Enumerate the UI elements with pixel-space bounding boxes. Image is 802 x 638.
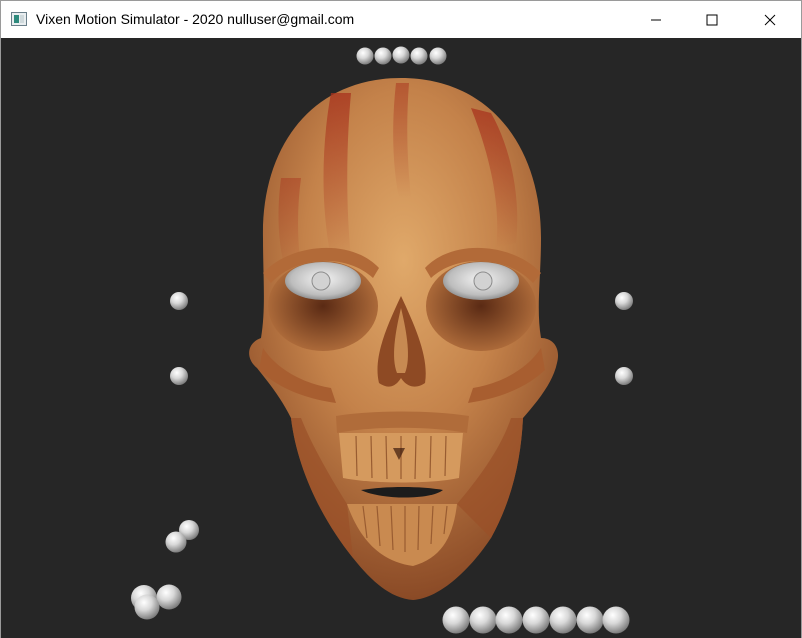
marker-spheres-bottom-right (442, 606, 630, 634)
minimize-button[interactable] (633, 1, 679, 38)
close-button[interactable] (747, 1, 793, 38)
app-window: Vixen Motion Simulator - 2020 nulluser@g… (0, 0, 802, 638)
title-bar[interactable]: Vixen Motion Simulator - 2020 nulluser@g… (1, 1, 801, 38)
app-window-icon (11, 12, 27, 26)
3d-viewport[interactable] (1, 38, 801, 638)
close-icon (764, 14, 776, 25)
marker-spheres-top (356, 46, 447, 65)
maximize-icon (706, 14, 718, 25)
minimize-icon (651, 19, 661, 20)
marker-spheres-bottom-left (131, 520, 199, 620)
window-title: Vixen Motion Simulator - 2020 nulluser@g… (36, 11, 355, 27)
maximize-button[interactable] (689, 1, 735, 38)
scene-canvas[interactable] (1, 38, 801, 638)
skull-model[interactable] (249, 78, 559, 600)
left-eye (285, 262, 361, 300)
marker-spheres-right (615, 292, 633, 385)
right-eye (443, 262, 519, 300)
marker-spheres-left (170, 292, 188, 385)
